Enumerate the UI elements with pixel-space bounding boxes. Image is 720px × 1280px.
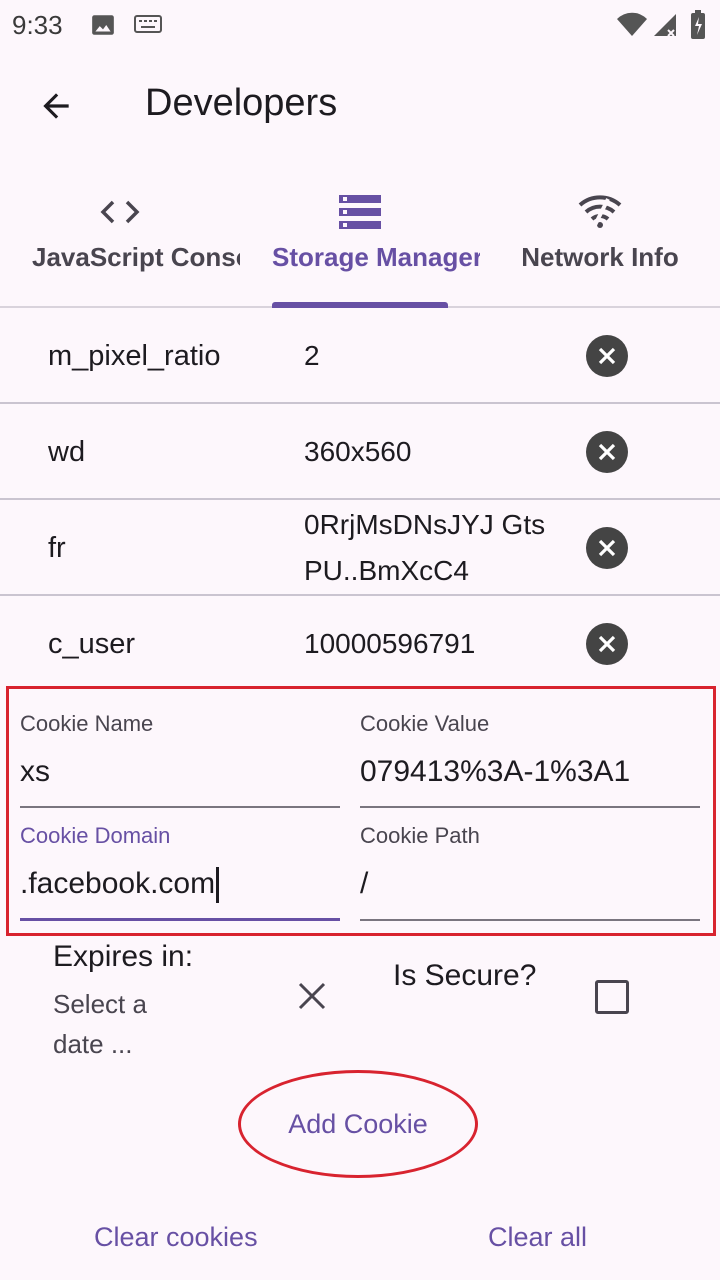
keyboard-icon [134, 14, 162, 41]
field-underline [360, 919, 700, 921]
cookie-value: 10000596791 [304, 628, 476, 659]
code-icon [0, 192, 240, 232]
secure-checkbox[interactable] [595, 980, 629, 1014]
arrow-back-icon [43, 93, 69, 119]
signal-icon [652, 12, 678, 43]
cookie-name-field[interactable]: Cookie Name xs [20, 711, 340, 808]
tab-storage-manager[interactable]: Storage Manager [240, 180, 480, 306]
cookie-value: 0RrjMsDNsJYJ GtsPU..BmXcC4 [304, 509, 546, 586]
field-label: Cookie Value [360, 711, 490, 736]
cookie-form: Cookie Name xs Cookie Value 079413%3A-1%… [6, 686, 716, 936]
list-item: wd 360x560 [0, 404, 720, 500]
text-cursor [216, 867, 220, 904]
tab-bar: JavaScript Console Storage Manager Netwo… [0, 180, 720, 308]
tab-label: Storage Manager [272, 242, 480, 272]
page-title: Developers [145, 82, 338, 124]
tab-network-info[interactable]: Network Info [480, 180, 720, 306]
field-underline [20, 806, 340, 808]
tab-label: JavaScript Console [32, 242, 240, 272]
delete-cookie-button[interactable] [586, 431, 628, 473]
wifi-icon [480, 192, 720, 232]
field-value: xs [20, 755, 50, 788]
clear-all-button[interactable]: Clear all [488, 1222, 587, 1253]
field-value: / [360, 867, 369, 900]
field-value: .facebook.com [20, 867, 216, 900]
close-icon [598, 347, 616, 365]
close-icon [298, 982, 326, 1010]
cookie-name: m_pixel_ratio [48, 339, 221, 372]
cookie-value-field[interactable]: Cookie Value 079413%3A-1%3A1 [360, 711, 700, 808]
close-icon [598, 539, 616, 557]
field-value: 079413%3A-1%3A1 [360, 755, 631, 788]
clear-cookies-button[interactable]: Clear cookies [94, 1222, 258, 1253]
status-time: 9:33 [12, 10, 63, 40]
delete-cookie-button[interactable] [586, 527, 628, 569]
field-underline [360, 806, 700, 808]
field-value-wrapper: .facebook.com [20, 867, 340, 904]
cookie-name: fr [48, 531, 66, 564]
status-bar: 9:33 [0, 0, 720, 50]
cookie-name: c_user [48, 627, 136, 660]
field-underline [20, 918, 340, 921]
field-label: Cookie Path [360, 823, 480, 848]
wifi-icon [616, 12, 648, 43]
clear-date-button[interactable] [292, 976, 332, 1016]
list-item: fr 0RrjMsDNsJYJ GtsPU..BmXcC4 [0, 500, 720, 596]
app-bar: Developers [0, 50, 720, 160]
field-label: Cookie Domain [20, 823, 171, 848]
secure-label: Is Secure? [393, 959, 537, 992]
list-item: c_user 10000596791 [0, 596, 720, 692]
field-label: Cookie Name [20, 711, 154, 736]
delete-cookie-button[interactable] [586, 335, 628, 377]
cookie-value: 360x560 [304, 436, 412, 467]
cookie-path-field[interactable]: Cookie Path / [360, 823, 700, 921]
cookie-list: m_pixel_ratio 2 wd 360x560 fr 0RrjMsDNsJ… [0, 308, 720, 692]
storage-icon [240, 192, 480, 232]
close-icon [598, 635, 616, 653]
list-item: m_pixel_ratio 2 [0, 308, 720, 404]
tab-javascript-console[interactable]: JavaScript Console [0, 180, 240, 306]
tab-label: Network Info [521, 242, 679, 272]
cookie-name: wd [48, 435, 86, 468]
close-icon [598, 443, 616, 461]
expires-label: Expires in: [53, 940, 194, 973]
cookie-value: 2 [304, 340, 320, 371]
delete-cookie-button[interactable] [586, 623, 628, 665]
battery-icon [690, 10, 706, 45]
back-button[interactable] [30, 80, 82, 132]
image-icon [90, 12, 116, 43]
expiry-date-picker[interactable]: Select a date ... [53, 984, 203, 1064]
add-cookie-button[interactable]: Add Cookie [238, 1070, 478, 1178]
cookie-domain-field[interactable]: Cookie Domain .facebook.com [20, 823, 340, 921]
